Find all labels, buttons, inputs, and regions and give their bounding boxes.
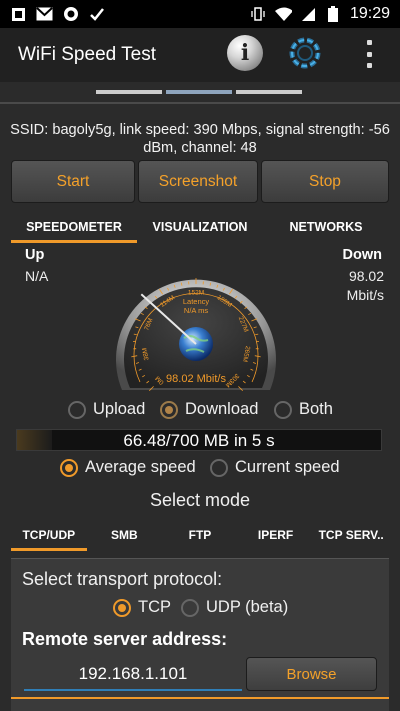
download-radio[interactable] — [160, 400, 178, 419]
stop-button[interactable]: Stop — [261, 160, 389, 203]
mode-tabs: TCP/UDP SMB FTP IPERF TCP SERV.. — [11, 519, 389, 551]
gauge-tick — [133, 333, 137, 335]
info-glyph: i — [240, 40, 250, 66]
main-tabs: SPEEDOMETER VISUALIZATION NETWORKS — [11, 211, 389, 243]
page-dot-1 — [96, 90, 162, 94]
transport-label: Select transport protocol: — [22, 569, 223, 589]
wifi-icon — [274, 6, 292, 23]
page-dot-2 — [166, 90, 232, 94]
server-address-input[interactable]: 192.168.1.101 — [24, 657, 242, 691]
divider — [0, 102, 400, 104]
tab-speedometer[interactable]: SPEEDOMETER — [11, 211, 137, 243]
vibrate-icon — [250, 6, 267, 23]
speedometer-gauge: 0M38M76M114M152M189M227M265M303M Latency… — [116, 278, 277, 391]
average-speed-radio[interactable] — [60, 458, 78, 477]
progress-text: 66.48/700 MB in 5 s — [123, 431, 275, 450]
gmail-icon — [36, 6, 53, 23]
current-speed-radio[interactable] — [210, 458, 228, 477]
app-title: WiFi Speed Test — [18, 44, 156, 65]
tab-visualization[interactable]: VISUALIZATION — [137, 211, 263, 243]
tab-ftp[interactable]: FTP — [162, 519, 238, 551]
upload-label: Upload — [93, 400, 146, 418]
tcp-option[interactable]: TCP — [113, 598, 171, 617]
remote-server-label: Remote server address: — [22, 629, 228, 649]
status-time: 19:29 — [349, 5, 390, 22]
latency-label: Latency — [183, 297, 210, 306]
down-value: 98.02 — [348, 268, 384, 284]
tcp-radio[interactable] — [113, 598, 131, 617]
up-label: Up — [25, 247, 45, 263]
status-bar: 19:29 — [0, 0, 400, 28]
app-bar: WiFi Speed Test i — [0, 28, 400, 82]
notification-app-icon — [10, 6, 27, 23]
tab-smb[interactable]: SMB — [87, 519, 163, 551]
transfer-progress: 66.48/700 MB in 5 s — [16, 429, 382, 451]
current-speed-option[interactable]: Current speed — [210, 458, 340, 477]
page-dot-3 — [236, 90, 302, 94]
upload-radio[interactable] — [68, 400, 86, 419]
ssid-info: SSID: bagoly5g, link speed: 390 Mbps, si… — [10, 122, 390, 156]
select-mode-title: Select mode — [149, 490, 251, 510]
screenshot-button[interactable]: Screenshot — [138, 160, 258, 203]
tab-networks[interactable]: NETWORKS — [263, 211, 389, 243]
gauge-scale-label: 152M — [188, 290, 204, 297]
both-label: Both — [299, 400, 333, 418]
circle-icon — [62, 6, 79, 23]
tab-tcp-udp[interactable]: TCP/UDP — [11, 519, 87, 551]
down-label: Down — [342, 247, 382, 263]
tab-iperf[interactable]: IPERF — [238, 519, 314, 551]
download-label: Download — [185, 400, 259, 418]
average-speed-label: Average speed — [85, 458, 196, 476]
down-unit: Mbit/s — [346, 287, 384, 303]
overflow-menu-icon[interactable] — [362, 40, 376, 68]
share-icon[interactable] — [288, 36, 322, 70]
udp-radio[interactable] — [181, 598, 199, 617]
gauge-tick — [255, 333, 259, 335]
browse-button[interactable]: Browse — [246, 657, 377, 691]
latency-value: N/A ms — [184, 306, 208, 315]
tab-tcp-server[interactable]: TCP SERV.. — [313, 519, 389, 551]
download-option[interactable]: Download — [160, 400, 258, 419]
current-speed-label: Current speed — [235, 458, 340, 476]
tcp-label: TCP — [138, 598, 171, 616]
start-button[interactable]: Start — [11, 160, 135, 203]
page-indicator — [96, 90, 304, 95]
upload-option[interactable]: Upload — [68, 400, 145, 419]
average-speed-option[interactable]: Average speed — [60, 458, 196, 477]
signal-icon — [300, 6, 317, 23]
battery-icon — [325, 6, 342, 23]
info-icon[interactable]: i — [227, 35, 263, 71]
panel-bottom-line — [11, 697, 389, 699]
gauge-reading: 98.02 Mbit/s — [166, 373, 226, 385]
both-option[interactable]: Both — [274, 400, 333, 419]
check-icon — [88, 6, 105, 23]
udp-option[interactable]: UDP (beta) — [181, 598, 288, 617]
both-radio[interactable] — [274, 400, 292, 419]
up-value: N/A — [25, 268, 49, 284]
udp-label: UDP (beta) — [206, 598, 289, 616]
